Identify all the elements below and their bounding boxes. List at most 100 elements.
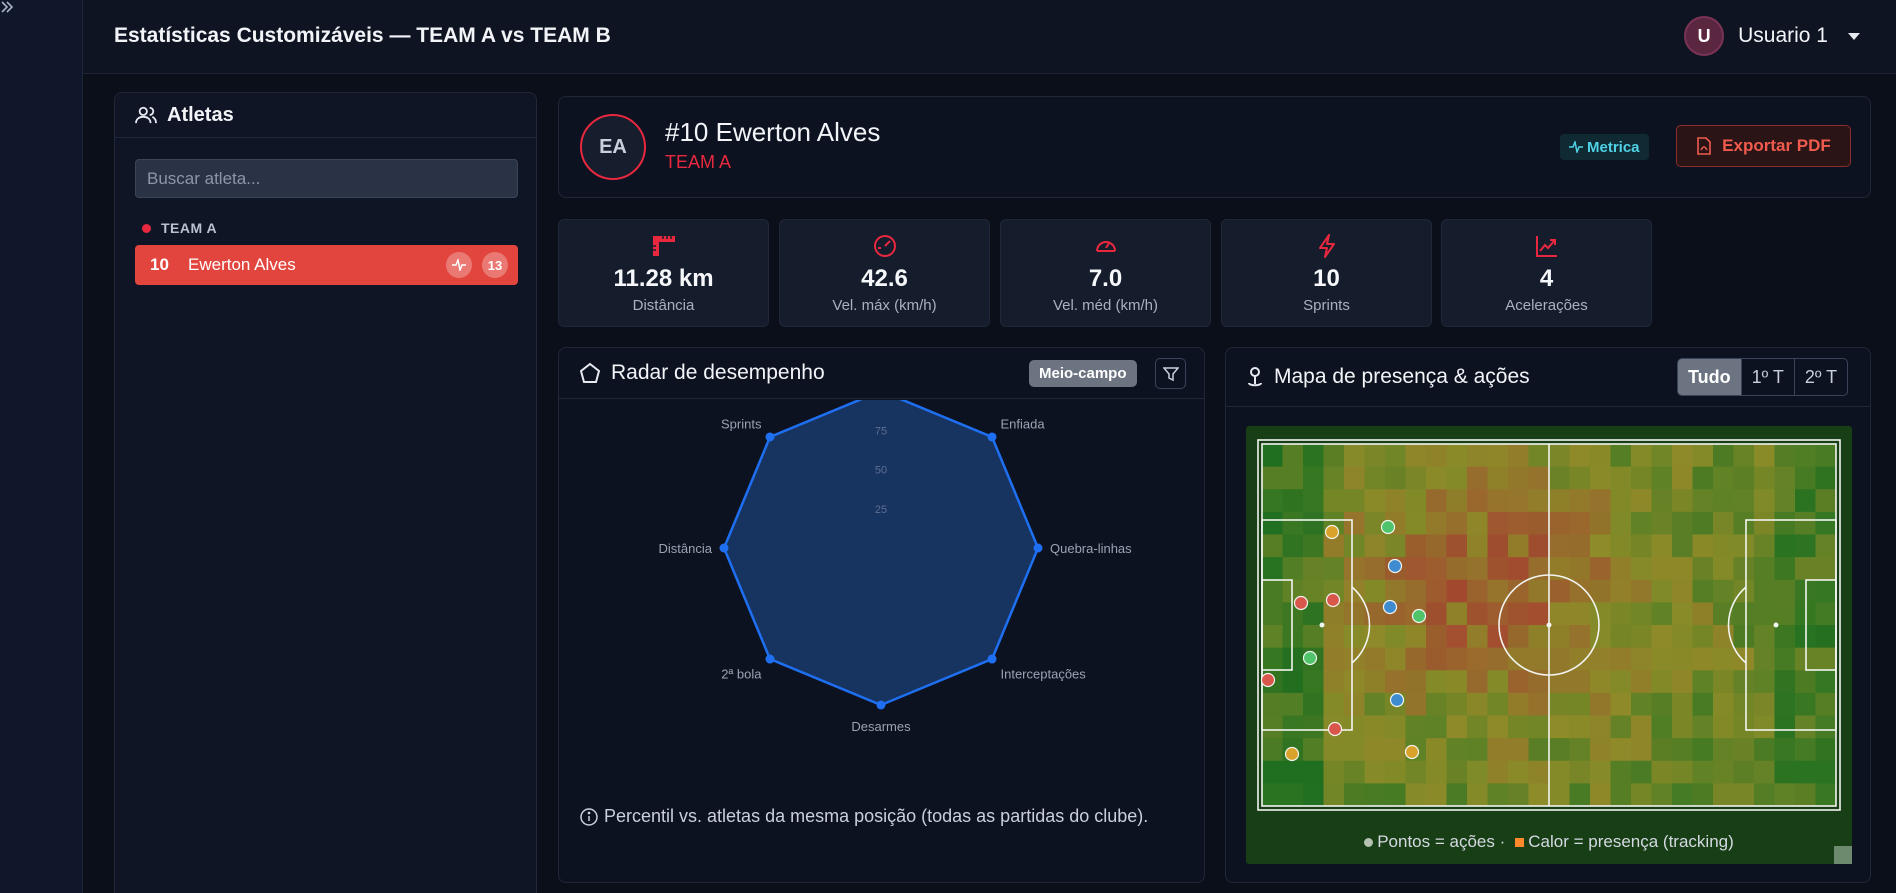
gauge-icon bbox=[1001, 234, 1210, 258]
team-color-dot bbox=[142, 223, 151, 233]
athletes-panel-header: Atletas bbox=[115, 93, 536, 138]
stat-value: 4 bbox=[1539, 265, 1554, 292]
stat-label: Acelerações bbox=[1505, 297, 1588, 314]
top-bar: Estatísticas Customizáveis — TEAM A vs T… bbox=[83, 0, 1896, 74]
radar-chart: 255075100Passe-chaveEnfiadaQuebra-linhas… bbox=[659, 400, 1132, 734]
stat-card-distance: 11.28 km Distância bbox=[558, 219, 769, 327]
athlete-team: TEAM A bbox=[665, 152, 732, 172]
export-pdf-button[interactable]: Exportar PDF bbox=[1676, 125, 1851, 167]
radar-panel-header: Radar de desempenho Meio-campo bbox=[559, 348, 1204, 399]
ruler-icon bbox=[559, 234, 768, 258]
action-point bbox=[1260, 672, 1276, 688]
athlete-name: Ewerton Alves bbox=[188, 255, 296, 274]
legend-dot-icon bbox=[1364, 838, 1374, 847]
stat-label: Distância bbox=[632, 297, 695, 314]
avatar[interactable]: U bbox=[1684, 16, 1725, 56]
export-pdf-label: Exportar PDF bbox=[1722, 136, 1831, 155]
action-point bbox=[1404, 744, 1420, 760]
radar-point bbox=[765, 432, 775, 442]
radar-axis-label: 2ª bola bbox=[721, 667, 762, 682]
lightning-icon bbox=[1222, 234, 1431, 258]
athletes-panel: Atletas TEAM A 10 Ewerton Alves 13 bbox=[114, 92, 537, 893]
athlete-profile-card: EA #10 Ewerton Alves TEAM A Metrica Expo… bbox=[558, 96, 1871, 198]
radar-point bbox=[765, 654, 775, 664]
search-input[interactable] bbox=[135, 159, 518, 198]
radar-point bbox=[876, 700, 886, 710]
map-title: Mapa de presença & ações bbox=[1274, 365, 1530, 388]
action-point bbox=[1389, 692, 1405, 708]
legend-square-icon bbox=[1515, 838, 1525, 847]
tab-first-half[interactable]: 1º T bbox=[1740, 359, 1794, 395]
action-point bbox=[1293, 595, 1309, 611]
action-point bbox=[1382, 599, 1398, 615]
pentagon-icon bbox=[579, 362, 601, 383]
radar-point bbox=[719, 543, 729, 553]
action-point bbox=[1302, 650, 1318, 666]
map-legend: Pontos = ações · Calor = presença (tracki… bbox=[1246, 832, 1852, 852]
half-selector: Tudo 1º T 2º T bbox=[1677, 358, 1849, 396]
radar-axis-label: Distância bbox=[659, 541, 713, 556]
stat-card-sprints: 10 Sprints bbox=[1221, 219, 1432, 327]
radar-axis-label: Interceptações bbox=[1001, 667, 1087, 682]
page-title: Estatísticas Customizáveis — TEAM A vs T… bbox=[114, 24, 611, 47]
radar-panel: Radar de desempenho Meio-campo 255075100… bbox=[558, 347, 1205, 883]
filter-icon bbox=[1162, 366, 1179, 381]
user-name[interactable]: Usuario 1 bbox=[1738, 24, 1828, 48]
athlete-title: #10 Ewerton Alves bbox=[665, 117, 881, 147]
pitch-spot bbox=[1773, 622, 1779, 628]
action-point bbox=[1380, 519, 1396, 535]
users-icon bbox=[135, 106, 157, 124]
pdf-file-icon bbox=[1697, 137, 1711, 155]
chevron-down-icon[interactable] bbox=[1848, 32, 1860, 40]
position-badge: Meio-campo bbox=[1029, 360, 1137, 387]
athlete-avatar: EA bbox=[580, 114, 646, 180]
trend-up-icon bbox=[1442, 234, 1651, 258]
stat-value: 11.28 km bbox=[613, 265, 714, 292]
tab-second-half[interactable]: 2º T bbox=[1793, 359, 1847, 395]
data-source-label: Metrica bbox=[1587, 138, 1640, 156]
info-icon bbox=[580, 807, 598, 826]
radar-tick-label: 25 bbox=[875, 504, 887, 516]
action-point bbox=[1387, 558, 1403, 574]
map-corner-marker bbox=[1834, 846, 1852, 864]
stat-value: 10 bbox=[1313, 265, 1340, 292]
stat-card-accelerations: 4 Acelerações bbox=[1441, 219, 1652, 327]
athlete-count-badge: 13 bbox=[482, 252, 508, 278]
athletes-panel-title: Atletas bbox=[167, 103, 234, 126]
pitch-heatmap bbox=[1257, 439, 1841, 811]
stat-label: Sprints bbox=[1303, 297, 1350, 314]
athlete-list-item[interactable]: 10 Ewerton Alves 13 bbox=[135, 245, 518, 285]
tab-all[interactable]: Tudo bbox=[1678, 359, 1741, 395]
radar-axis-label: Desarmes bbox=[851, 719, 911, 734]
map-panel-header: Mapa de presença & ações Tudo 1º T 2º T bbox=[1226, 348, 1870, 407]
collapse-toggle-button[interactable] bbox=[0, 0, 83, 893]
radar-point bbox=[987, 432, 997, 442]
pitch-spot bbox=[1546, 622, 1552, 628]
radar-footnote-text: Percentil vs. atletas da mesma posição (… bbox=[604, 806, 1149, 826]
pitch-map: Pontos = ações · Calor = presença (tracki… bbox=[1246, 426, 1852, 864]
stat-value: 7.0 bbox=[1088, 265, 1123, 292]
data-source-badge: Metrica bbox=[1560, 134, 1649, 160]
activity-icon bbox=[1569, 141, 1583, 153]
action-point bbox=[1324, 524, 1340, 540]
radar-tick-label: 50 bbox=[875, 465, 887, 477]
action-point bbox=[1411, 608, 1427, 624]
legend-points: Pontos = ações · bbox=[1377, 832, 1506, 851]
activity-icon bbox=[446, 252, 472, 278]
radar-axis-label: Quebra-linhas bbox=[1050, 541, 1132, 556]
stat-label: Vel. máx (km/h) bbox=[832, 297, 937, 314]
user-menu[interactable]: U Usuario 1 bbox=[1684, 16, 1860, 56]
speedometer-icon bbox=[780, 234, 989, 258]
radar-axis-label: Enfiada bbox=[1001, 416, 1046, 431]
filter-button[interactable] bbox=[1155, 358, 1186, 389]
team-group-label: TEAM A bbox=[142, 220, 217, 236]
radar-title: Radar de desempenho bbox=[611, 361, 825, 384]
legend-heat: Calor = presença (tracking) bbox=[1528, 832, 1734, 851]
pitch-spot bbox=[1319, 622, 1325, 628]
stat-card-avg-speed: 7.0 Vel. méd (km/h) bbox=[1000, 219, 1211, 327]
radar-tick-label: 75 bbox=[875, 425, 887, 437]
stat-card-max-speed: 42.6 Vel. máx (km/h) bbox=[779, 219, 990, 327]
radar-footnote: Percentil vs. atletas da mesma posição (… bbox=[580, 806, 1148, 827]
radar-axis-label: Sprints bbox=[721, 416, 762, 431]
presence-map-panel: Mapa de presença & ações Tudo 1º T 2º T … bbox=[1225, 347, 1871, 883]
